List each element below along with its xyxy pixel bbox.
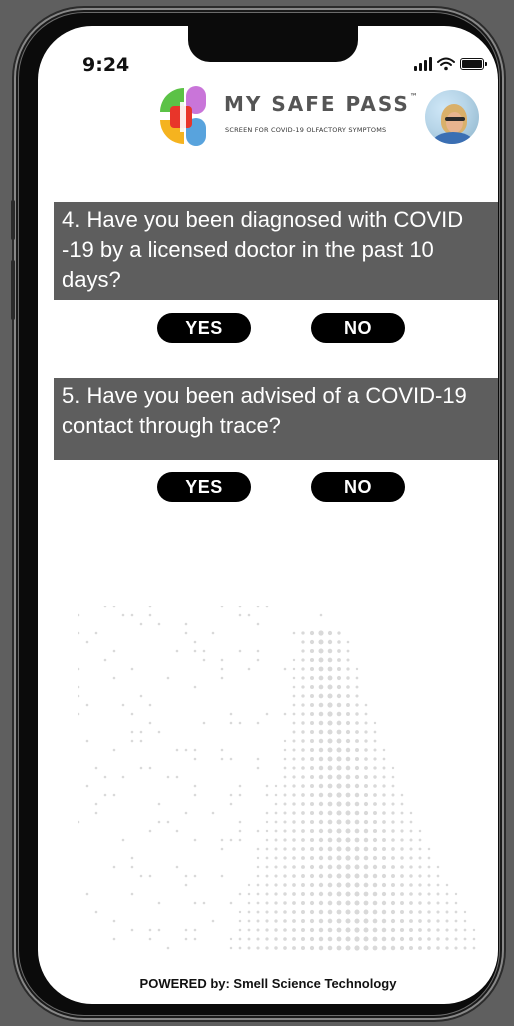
signal-icon: [414, 57, 432, 71]
question-5-yes-button[interactable]: YES: [157, 472, 251, 502]
status-icons: [414, 57, 487, 71]
footer-powered-by: POWERED by: Smell Science Technology: [139, 976, 397, 991]
side-button: [11, 200, 15, 240]
nose-dot-pattern-graphic: [78, 606, 476, 951]
phone-screen: 9:24 MY SAFE PASS™ SCREEN FOR COVID-19 O…: [38, 26, 498, 1004]
status-time: 9:24: [82, 54, 130, 76]
side-button: [11, 260, 15, 320]
question-5-no-button[interactable]: NO: [311, 472, 405, 502]
question-5: 5. Have you been advised of a COVID-19 c…: [54, 378, 498, 460]
app-subtitle: SCREEN FOR COVID-19 OLFACTORY SYMPTOMS: [225, 126, 387, 134]
app-logo-icon: [160, 86, 206, 146]
avatar[interactable]: [425, 90, 479, 144]
question-4-yes-button[interactable]: YES: [157, 313, 251, 343]
question-4-no-button[interactable]: NO: [311, 313, 405, 343]
battery-icon: [460, 58, 487, 70]
question-4: 4. Have you been diagnosed with COVID -1…: [54, 202, 498, 300]
wifi-icon: [437, 57, 455, 71]
app-title: MY SAFE PASS™: [224, 92, 418, 116]
notch: [188, 26, 358, 62]
